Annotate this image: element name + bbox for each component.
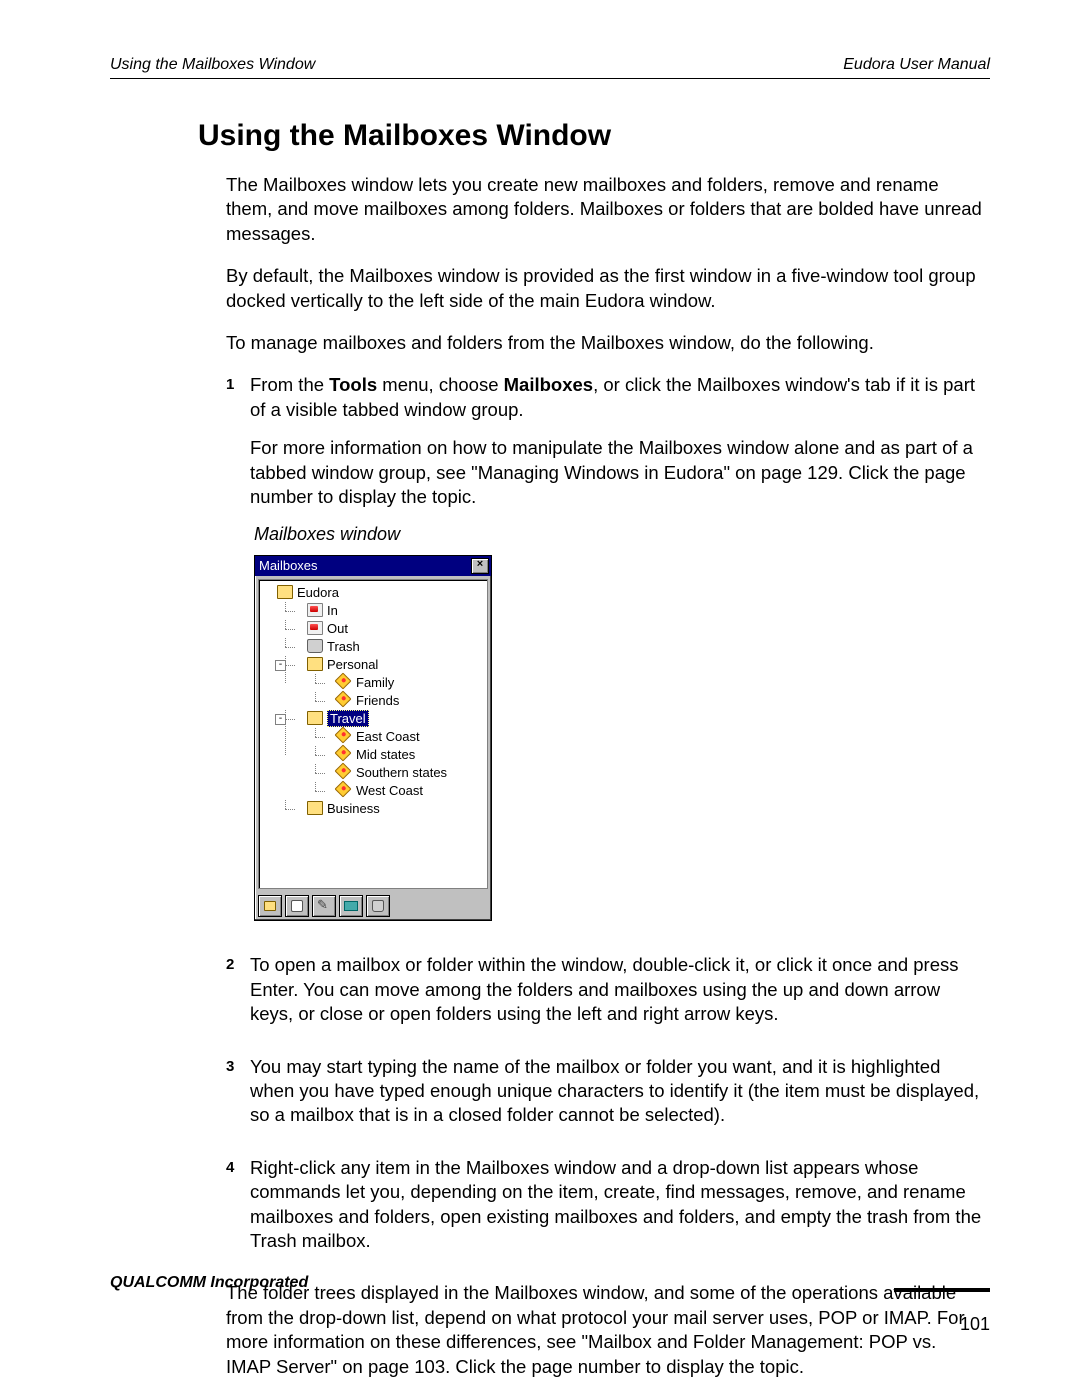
mailboxes-title-text: Mailboxes <box>259 557 318 574</box>
manual-page: Using the Mailboxes Window Eudora User M… <box>0 0 1080 1397</box>
mailboxes-titlebar[interactable]: Mailboxes × <box>255 556 491 576</box>
tree-mailbox-friends[interactable]: Friends <box>321 692 485 710</box>
tree-mailbox-west[interactable]: West Coast <box>321 782 485 800</box>
page-footer: QUALCOMM Incorporated 101 <box>110 1274 990 1335</box>
header-rule <box>110 78 990 79</box>
tree-mailbox-east[interactable]: East Coast <box>321 728 485 746</box>
close-icon[interactable]: × <box>471 558 489 574</box>
step-list: 1 From the Tools menu, choose Mailboxes,… <box>226 373 986 1267</box>
toolbar-new-folder-button[interactable] <box>258 895 282 917</box>
step-number: 4 <box>226 1156 250 1268</box>
toolbar-delete-button[interactable] <box>366 895 390 917</box>
toolbar-rename-button[interactable] <box>312 895 336 917</box>
mailbox-item-icon <box>335 763 352 780</box>
tree-folder-travel[interactable]: - Travel East Coast Mid states Southern … <box>291 710 485 800</box>
tree-mailbox-in[interactable]: In <box>291 602 485 620</box>
mailbox-item-icon <box>335 673 352 690</box>
step-number: 1 <box>226 373 250 939</box>
running-head: Using the Mailboxes Window Eudora User M… <box>110 56 990 74</box>
folder-open-icon <box>307 657 323 671</box>
intro-paragraph: To manage mailboxes and folders from the… <box>226 331 986 355</box>
trash-icon <box>307 639 323 653</box>
footer-company: QUALCOMM Incorporated <box>110 1274 308 1292</box>
mailbox-icon <box>307 603 323 617</box>
command-name: Mailboxes <box>504 374 593 395</box>
menu-name: Tools <box>329 374 377 395</box>
tree-mailbox-south[interactable]: Southern states <box>321 764 485 782</box>
mailbox-icon <box>307 621 323 635</box>
tree-mailbox-trash[interactable]: Trash <box>291 638 485 656</box>
body-column: The Mailboxes window lets you create new… <box>226 173 986 1379</box>
tree-mailbox-mid[interactable]: Mid states <box>321 746 485 764</box>
folder-icon <box>307 801 323 815</box>
figure-caption: Mailboxes window <box>254 523 986 547</box>
mailboxes-tree[interactable]: Eudora In Out Trash - Personal <box>258 579 488 889</box>
mailbox-item-icon <box>335 745 352 762</box>
tree-mailbox-out[interactable]: Out <box>291 620 485 638</box>
mailbox-item-icon <box>335 691 352 708</box>
toolbar-new-mailbox-button[interactable] <box>285 895 309 917</box>
collapse-icon[interactable]: - <box>275 714 286 725</box>
intro-paragraph: By default, the Mailboxes window is prov… <box>226 264 986 313</box>
running-head-left: Using the Mailboxes Window <box>110 56 315 74</box>
step-item: 2 To open a mailbox or folder within the… <box>226 953 986 1040</box>
step-text: From the Tools menu, choose Mailboxes, o… <box>250 373 986 939</box>
running-head-right: Eudora User Manual <box>843 56 990 74</box>
page-number: 101 <box>110 1314 990 1335</box>
mailboxes-window: Mailboxes × Eudora In Out Trash <box>254 555 492 921</box>
mailbox-item-icon <box>335 727 352 744</box>
selected-item: Travel <box>327 710 369 727</box>
step-text: Right-click any item in the Mailboxes wi… <box>250 1156 986 1268</box>
step-number: 3 <box>226 1055 250 1142</box>
tree-folder-personal[interactable]: - Personal Family Friends <box>291 656 485 710</box>
step-text: To open a mailbox or folder within the w… <box>250 953 986 1040</box>
tree-folder-business[interactable]: Business <box>291 800 485 818</box>
toolbar-open-button[interactable] <box>339 895 363 917</box>
tree-mailbox-family[interactable]: Family <box>321 674 485 692</box>
section-title: Using the Mailboxes Window <box>198 119 990 153</box>
intro-paragraph: The Mailboxes window lets you create new… <box>226 173 986 246</box>
step-text: You may start typing the name of the mai… <box>250 1055 986 1142</box>
footer-rule <box>894 1288 990 1292</box>
step-item: 4 Right-click any item in the Mailboxes … <box>226 1156 986 1268</box>
mailbox-item-icon <box>335 781 352 798</box>
step-number: 2 <box>226 953 250 1040</box>
step-item: 1 From the Tools menu, choose Mailboxes,… <box>226 373 986 939</box>
folder-open-icon <box>307 711 323 725</box>
collapse-icon[interactable]: - <box>275 660 286 671</box>
folder-open-icon <box>277 585 293 599</box>
step-item: 3 You may start typing the name of the m… <box>226 1055 986 1142</box>
tree-root-eudora[interactable]: Eudora In Out Trash - Personal <box>261 584 485 818</box>
mailboxes-toolbar <box>255 892 491 920</box>
